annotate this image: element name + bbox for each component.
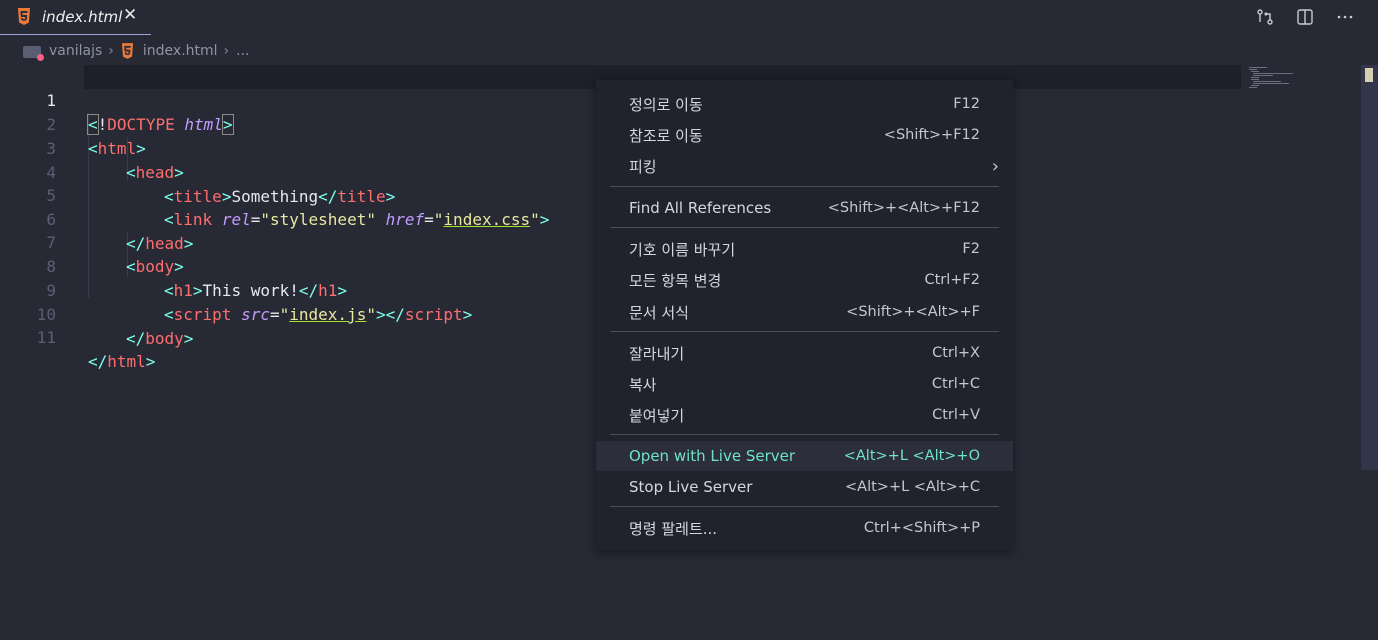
menu-item-change-all-occurrences[interactable]: 모든 항목 변경 Ctrl+F2 [596,265,1013,295]
folder-icon [23,44,44,61]
menu-item-peek[interactable]: 피킹 › [596,151,1013,181]
editor-actions [1252,6,1358,28]
split-editor-icon[interactable] [1292,6,1318,28]
chevron-right-icon: › [108,43,114,59]
menu-separator [610,434,999,435]
code-text: </body> [126,329,194,348]
menu-item-format-document[interactable]: 문서 서식 <Shift>+<Alt>+F [596,297,1013,327]
context-menu: 정의로 이동 F12 참조로 이동 <Shift>+F12 피킹 › Find … [596,80,1013,550]
menu-item-stop-live-server[interactable]: Stop Live Server <Alt>+L <Alt>+C [596,472,1013,502]
vertical-scrollbar[interactable] [1361,65,1378,470]
html5-icon [18,8,30,25]
menu-item-find-all-references[interactable]: Find All References <Shift>+<Alt>+F12 [596,193,1013,223]
menu-separator [610,227,999,228]
tab-label: index.html [42,8,123,26]
source-control-icon[interactable] [1252,6,1278,28]
more-actions-icon[interactable] [1332,6,1358,28]
breadcrumb-file[interactable]: index.html [143,43,218,59]
line-number: 11 [36,328,56,347]
menu-separator [610,186,999,187]
breadcrumb-more[interactable]: ... [236,43,249,59]
menu-item-command-palette[interactable]: 명령 팔레트... Ctrl+<Shift>+P [596,513,1013,543]
menu-item-copy[interactable]: 복사 Ctrl+C [596,369,1013,399]
chevron-right-icon: › [223,43,230,59]
close-icon[interactable]: ✕ [123,5,137,25]
breadcrumb: vanilajs › index.html › ... [23,41,250,61]
menu-separator [610,331,999,332]
menu-separator [610,506,999,507]
minimap[interactable] [1241,65,1361,95]
menu-item-go-to-definition[interactable]: 정의로 이동 F12 [596,89,1013,119]
html5-icon [121,43,133,59]
tab-index-html[interactable]: index.html ✕ [0,0,151,35]
menu-item-paste[interactable]: 붙여넣기 Ctrl+V [596,400,1013,430]
tab-bar: index.html ✕ [0,0,1378,35]
scrollbar-thumb[interactable] [1365,68,1373,82]
menu-item-open-with-live-server[interactable]: Open with Live Server <Alt>+L <Alt>+O [596,441,1013,471]
menu-item-cut[interactable]: 잘라내기 Ctrl+X [596,338,1013,368]
chevron-right-icon: › [991,155,999,177]
breadcrumb-folder[interactable]: vanilajs [49,43,102,59]
code-text: </html> [88,352,156,371]
menu-item-rename-symbol[interactable]: 기호 이름 바꾸기 F2 [596,234,1013,264]
menu-item-go-to-references[interactable]: 참조로 이동 <Shift>+F12 [596,120,1013,150]
